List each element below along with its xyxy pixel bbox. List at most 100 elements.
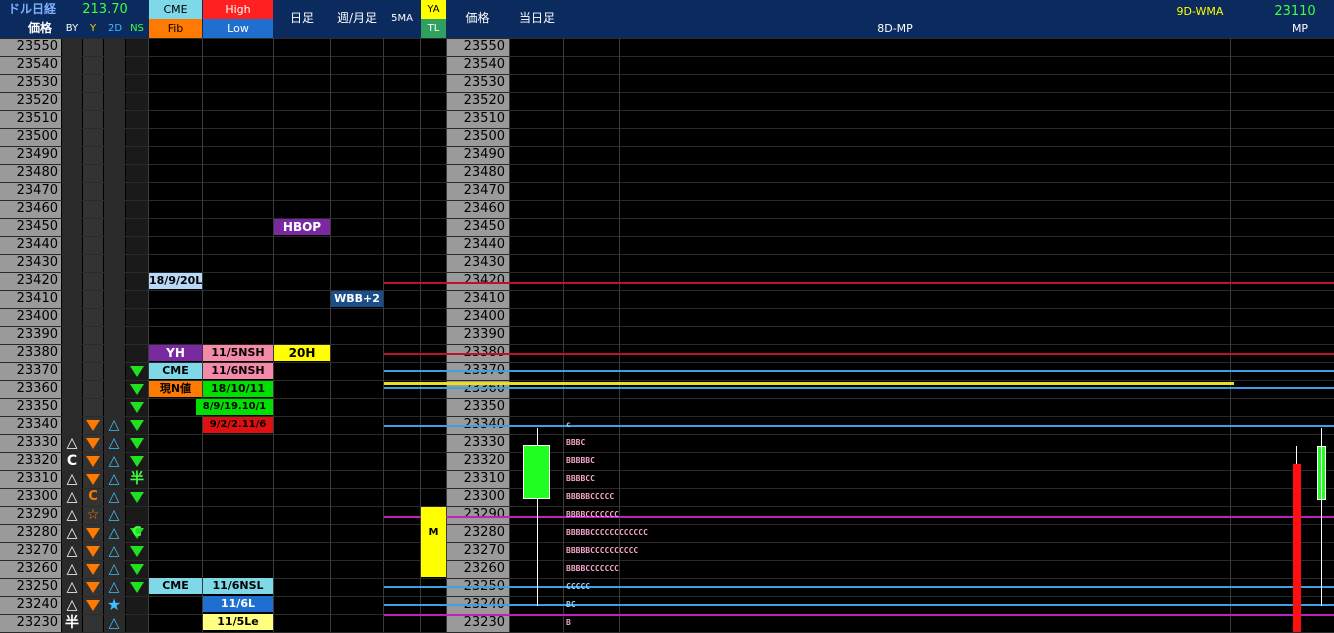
grid-line: [0, 470, 1334, 471]
date-18920-marker: 18/9/20L: [149, 273, 203, 289]
cme-mid-marker: CME: [149, 363, 202, 379]
price-cell: 23470: [16, 183, 58, 198]
price-header: 価格: [27, 21, 52, 35]
price-cell: 23400: [463, 309, 505, 324]
level-line-red-23380: [384, 353, 1334, 355]
y-star-symbol: ☆: [86, 507, 100, 523]
price-cell: 23490: [463, 147, 505, 162]
price-cell: 23430: [463, 255, 505, 270]
open-triangle-icon: △: [108, 579, 120, 595]
level-line-yellow-wma: [384, 382, 1234, 385]
dollar-nikkei-label: ドル日経: [7, 2, 56, 16]
down-triangle-icon: [130, 402, 144, 413]
price-cell: 23450: [16, 219, 58, 234]
grid-line: [0, 308, 1334, 309]
column-divider: [202, 38, 203, 632]
2d-star-symbol: ★: [106, 595, 122, 614]
price-cell: 23290: [16, 507, 58, 522]
grid-line: [0, 524, 1334, 525]
column-divider: [563, 38, 564, 632]
daily-header: 日足: [289, 11, 314, 25]
price-cell: 23440: [16, 237, 58, 252]
tpo-row: BBBBBCCCCCCCCCCCC: [566, 528, 648, 537]
open-triangle-icon: △: [108, 417, 120, 433]
tpo-row: BBBBBCCCCC: [566, 492, 615, 501]
price-cell: 23460: [463, 201, 505, 216]
price-cell: 23250: [16, 579, 58, 594]
grid-line: [0, 200, 1334, 201]
tl-header: TL: [421, 19, 446, 38]
price-cell: 23330: [463, 435, 505, 450]
tpo-row: BBBBCCCCCCC: [566, 564, 619, 573]
by-symbol: △: [66, 597, 78, 613]
price-cell: 23430: [16, 255, 58, 270]
tpo-row: c: [566, 420, 571, 429]
level-line-blue-23363: [384, 387, 1334, 389]
price-cell: 23530: [463, 75, 505, 90]
price-cell: 23530: [16, 75, 58, 90]
price-cell: 23490: [16, 147, 58, 162]
price-cell: 23480: [463, 165, 505, 180]
grid-line: [0, 416, 1334, 417]
dollar-nikkei-value: 213.70: [82, 2, 128, 17]
price-cell: 23310: [463, 471, 505, 486]
level-line-blue-23250: [384, 586, 1334, 588]
open-triangle-icon: △: [108, 525, 120, 541]
tpo-row: BBBBBC: [566, 456, 595, 465]
hbop-marker: HBOP: [274, 219, 330, 235]
grid-line: [0, 542, 1334, 543]
by-symbol: 半: [65, 615, 79, 631]
ns-5h-marker: 11/5NSH: [203, 345, 273, 361]
ns-c-symbol: C: [132, 525, 142, 540]
price-cell: 23300: [16, 489, 58, 504]
column-divider: [273, 38, 274, 632]
ya-header: YA: [421, 0, 446, 19]
nsl-marker: 11/6NSL: [203, 578, 273, 594]
d2211-marker: 9/2/2.11/6: [203, 417, 273, 433]
column-divider: [330, 38, 331, 632]
ma5-header: 5MA: [391, 13, 413, 24]
down-triangle-icon: [130, 456, 144, 467]
grid-line: [0, 290, 1334, 291]
price-cell: 23360: [16, 381, 58, 396]
column-divider: [383, 38, 384, 632]
price-cell: 23260: [463, 561, 505, 576]
grid-line: [0, 236, 1334, 237]
price-header-2: 価格: [465, 11, 490, 25]
by-symbol: △: [66, 435, 78, 451]
by-symbol: △: [66, 471, 78, 487]
grid-line: [0, 92, 1334, 93]
level-line-red-23420: [384, 282, 1334, 284]
grid-line: [0, 326, 1334, 327]
by-symbol: △: [66, 543, 78, 559]
price-cell: 23460: [16, 201, 58, 216]
price-cell: 23240: [16, 597, 58, 612]
d1910-marker: 8/9/19.10/1: [196, 399, 273, 415]
grid-line: [0, 218, 1334, 219]
price-cell: 23300: [463, 489, 505, 504]
down-triangle-icon: [86, 582, 100, 593]
down-triangle-icon: [86, 438, 100, 449]
price-cell: 23450: [463, 219, 505, 234]
tpo-row: CCCCC: [566, 582, 591, 591]
price-cell: 23390: [16, 327, 58, 342]
price-cell: 23550: [16, 39, 58, 54]
by-symbol: △: [66, 489, 78, 505]
level-line-blue-23340: [384, 425, 1334, 427]
grid-line: [0, 596, 1334, 597]
price-cell: 23510: [16, 111, 58, 126]
ns-6h-marker: 11/6NSH: [203, 363, 273, 379]
y-c-symbol: C: [88, 489, 98, 504]
down-triangle-icon: [86, 546, 100, 557]
down-triangle-icon: [130, 546, 144, 557]
down-triangle-icon: [130, 420, 144, 431]
price-cell: 23260: [16, 561, 58, 576]
by-symbol: △: [66, 561, 78, 577]
price-cell: 23420: [463, 273, 505, 288]
l6-marker: 11/6L: [203, 596, 273, 612]
grid-line: [0, 56, 1334, 57]
price-cell: 23350: [16, 399, 58, 414]
grid-line: [0, 182, 1334, 183]
mp-header: MP: [1291, 22, 1309, 35]
fib-header: Fib: [149, 19, 202, 38]
